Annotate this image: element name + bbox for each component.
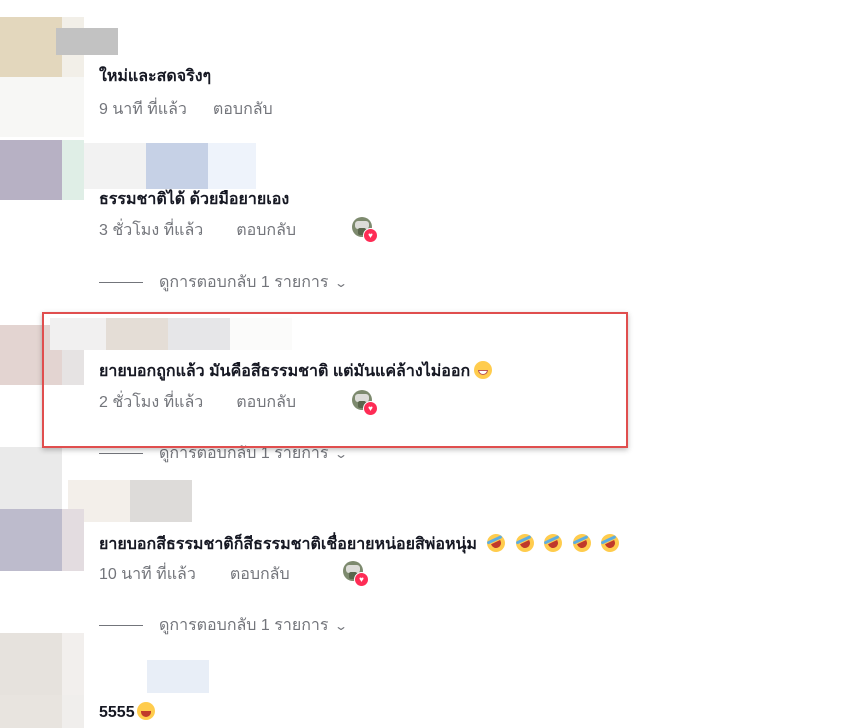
- avatar-pixelated: [62, 633, 84, 695]
- comment-time: 3 ชั่วโมง ที่แล้ว: [99, 222, 204, 239]
- creator-liked-icon: ♥: [352, 390, 378, 416]
- reply-button[interactable]: ตอบกลับ: [230, 562, 290, 587]
- reply-button[interactable]: ตอบกลับ: [213, 97, 273, 122]
- grinning-face-icon: [474, 361, 493, 379]
- username-pixelated: [130, 480, 192, 522]
- creator-liked-icon: ♥: [343, 561, 369, 587]
- comment-text: ใหม่และสดจริงๆ: [99, 68, 212, 85]
- username-pixelated: [56, 28, 118, 55]
- avatar-pixelated: [0, 140, 62, 200]
- avatar-pixelated: [0, 17, 62, 77]
- rolling-on-floor-laughing-icon: [484, 531, 509, 555]
- chevron-down-icon: ⌄: [334, 618, 349, 633]
- comment-time: 2 ชั่วโมง ที่แล้ว: [99, 394, 204, 411]
- divider-line: [99, 282, 143, 283]
- reply-button[interactable]: ตอบกลับ: [236, 218, 296, 243]
- comment-time: 9 นาที ที่แล้ว: [99, 101, 187, 118]
- avatar-pixelated: [62, 140, 84, 200]
- view-replies-button[interactable]: ดูการตอบกลับ 1 รายการ ⌄: [99, 613, 349, 638]
- username-pixelated: [168, 318, 230, 350]
- rolling-on-floor-laughing-icon: [569, 531, 594, 555]
- view-replies-label: ดูการตอบกลับ 1 รายการ: [159, 617, 329, 634]
- username-pixelated: [208, 143, 256, 189]
- comment-text: ยายบอกสีธรรมชาติก็สีธรรมชาติเชื่อยายหน่อ…: [99, 531, 623, 557]
- creator-liked-icon: ♥: [352, 217, 378, 243]
- comment-meta: 9 นาที ที่แล้ว ตอบกลับ: [99, 97, 273, 122]
- avatar-pixelated: [0, 571, 84, 633]
- username-pixelated: [146, 143, 208, 189]
- comment-meta: 10 นาที ที่แล้ว ตอบกลับ: [99, 562, 290, 587]
- avatar-pixelated: [0, 509, 62, 571]
- rolling-on-floor-laughing-icon: [512, 531, 537, 555]
- avatar-pixelated: [0, 695, 62, 728]
- avatar-pixelated: [62, 695, 84, 728]
- comment-meta: 3 ชั่วโมง ที่แล้ว ตอบกลับ: [99, 218, 296, 243]
- username-pixelated: [84, 143, 146, 189]
- rolling-on-floor-laughing-icon: [598, 531, 623, 555]
- comment-meta: 2 ชั่วโมง ที่แล้ว ตอบกลับ: [99, 390, 296, 415]
- avatar-pixelated: [0, 633, 62, 695]
- view-replies-label: ดูการตอบกลับ 1 รายการ: [159, 445, 329, 462]
- avatar-pixelated: [0, 77, 84, 137]
- comment-time: 10 นาที ที่แล้ว: [99, 566, 196, 583]
- divider-line: [99, 625, 143, 626]
- view-replies-label: ดูการตอบกลับ 1 รายการ: [159, 274, 329, 291]
- laughing-face-icon: [136, 702, 155, 720]
- username-pixelated: [106, 318, 168, 350]
- comment-text: ยายบอกถูกแล้ว มันคือสีธรรมชาติ แต่มันแค่…: [99, 359, 493, 384]
- reply-button[interactable]: ตอบกลับ: [236, 390, 296, 415]
- rolling-on-floor-laughing-icon: [541, 531, 566, 555]
- username-pixelated: [147, 660, 209, 693]
- username-pixelated: [50, 318, 106, 350]
- avatar-pixelated: [62, 509, 84, 571]
- chevron-down-icon: ⌄: [334, 446, 349, 461]
- chevron-down-icon: ⌄: [334, 275, 349, 290]
- comment-text: ธรรมชาติได้ ด้วยมือยายเอง: [99, 191, 290, 208]
- view-replies-button[interactable]: ดูการตอบกลับ 1 รายการ ⌄: [99, 270, 349, 295]
- divider-line: [99, 453, 143, 454]
- avatar-pixelated: [0, 447, 62, 509]
- view-replies-button[interactable]: ดูการตอบกลับ 1 รายการ ⌄: [99, 441, 349, 466]
- username-pixelated: [230, 318, 292, 350]
- comment-text: 5555: [99, 702, 155, 722]
